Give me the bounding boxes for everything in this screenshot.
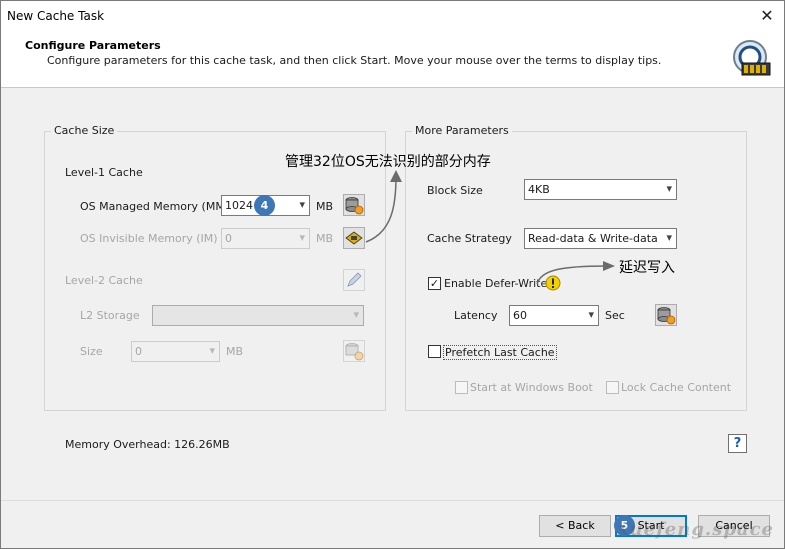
latency-combo[interactable]: 60 ▾ (509, 305, 599, 326)
defer-write-checkbox[interactable]: ✓ (428, 277, 441, 290)
os-invisible-memory-value: 0 (225, 232, 232, 245)
cache-size-group-label: Cache Size (51, 124, 118, 137)
level2-settings-button (343, 269, 365, 291)
os-invisible-memory-unit: MB (316, 232, 334, 245)
l2-size-label: Size (80, 345, 103, 358)
annotation-arrow (365, 170, 402, 243)
os-managed-memory-unit: MB (316, 200, 334, 213)
memory-overhead-text: Memory Overhead: 126.26MB (65, 438, 230, 451)
chevron-down-icon: ▾ (299, 231, 305, 244)
l2-size-unit: MB (226, 345, 244, 358)
prefetch-checkbox[interactable] (428, 345, 441, 358)
back-button[interactable]: < Back (539, 515, 611, 537)
watermark: xuefeng.space (617, 519, 774, 540)
l2-size-combo: 0 ▾ (131, 341, 220, 362)
os-invisible-memory-label: OS Invisible Memory (IM) (80, 232, 218, 245)
l2-storage-combo: ▾ (152, 305, 364, 326)
l2-storage-label: L2 Storage (80, 309, 140, 322)
cache-strategy-combo[interactable]: Read-data & Write-data ▾ (524, 228, 677, 249)
os-managed-memory-value: 1024 (225, 199, 253, 212)
chevron-down-icon: ▾ (353, 308, 359, 321)
latency-options-button[interactable] (655, 304, 677, 326)
lock-cache-label: Lock Cache Content (621, 381, 732, 394)
block-size-label[interactable]: Block Size (427, 184, 483, 197)
chevron-down-icon: ▾ (666, 231, 672, 244)
wizard-header: Configure Parameters Configure parameter… (1, 31, 784, 88)
content-area: Cache Size Level-1 Cache OS Managed Memo… (1, 88, 784, 500)
defer-write-annotation: 延迟写入 (619, 260, 675, 276)
latency-value: 60 (513, 309, 527, 322)
chevron-down-icon: ▾ (299, 198, 305, 211)
window-title: New Cache Task (7, 9, 105, 23)
start-at-boot-checkbox (455, 381, 468, 394)
chevron-down-icon: ▾ (209, 344, 215, 357)
step-badge-4: 4 (254, 195, 275, 216)
chevron-down-icon: ▾ (666, 182, 672, 195)
more-parameters-group-label: More Parameters (412, 124, 512, 137)
title-bar: New Cache Task ✕ (1, 1, 784, 31)
os-invisible-memory-combo: 0 ▾ (221, 228, 310, 249)
wizard-footer: < Back Start 5 Cancel xuefeng.space (1, 500, 784, 548)
block-size-value: 4KB (528, 183, 550, 196)
os-managed-memory-label[interactable]: OS Managed Memory (MM) (80, 200, 229, 213)
dialog-window: New Cache Task ✕ Configure Parameters Co… (0, 0, 785, 549)
database-gear-icon (657, 307, 676, 325)
page-subtitle: Configure parameters for this cache task… (47, 54, 662, 67)
pencil-icon (347, 272, 362, 287)
cache-strategy-label[interactable]: Cache Strategy (427, 232, 512, 245)
l2-size-value: 0 (135, 345, 142, 358)
annotation-arrow (536, 261, 615, 285)
prefetch-label[interactable]: Prefetch Last Cache (443, 345, 557, 360)
level1-cache-label: Level-1 Cache (65, 166, 143, 179)
chevron-down-icon: ▾ (588, 308, 594, 321)
database-gear-icon (345, 343, 364, 361)
close-button[interactable]: ✕ (756, 5, 778, 27)
l2-options-button (343, 340, 365, 362)
latency-label[interactable]: Latency (454, 309, 497, 322)
latency-unit: Sec (605, 309, 625, 322)
start-at-boot-label: Start at Windows Boot (470, 381, 593, 394)
cache-chip-icon (733, 40, 771, 76)
help-button[interactable]: ? (728, 434, 747, 453)
level2-cache-label: Level-2 Cache (65, 274, 143, 287)
block-size-combo[interactable]: 4KB ▾ (524, 179, 677, 200)
lock-cache-checkbox (606, 381, 619, 394)
cache-strategy-value: Read-data & Write-data (528, 232, 658, 245)
page-title: Configure Parameters (25, 39, 161, 52)
